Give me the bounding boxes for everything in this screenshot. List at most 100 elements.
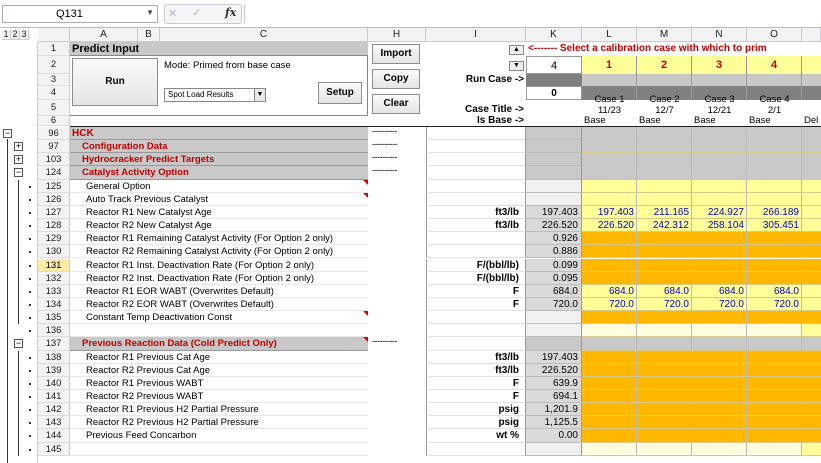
value-cell-145-P[interactable] <box>802 442 821 456</box>
collapse-button-137[interactable]: − <box>14 339 23 349</box>
value-cell-140-N[interactable] <box>692 376 747 390</box>
value-cell-126-L[interactable] <box>582 192 637 206</box>
value-cell-136-O[interactable] <box>747 324 802 338</box>
value-cell-138-O[interactable] <box>747 350 802 364</box>
value-cell-140-M[interactable] <box>637 376 692 390</box>
value-cell-136-N[interactable] <box>692 324 747 338</box>
value-cell-134-P[interactable] <box>802 297 821 312</box>
row-header-145[interactable]: 145 <box>38 442 70 456</box>
value-cell-133-P[interactable] <box>802 284 821 298</box>
value-cell-141-O[interactable] <box>747 390 802 404</box>
value-cell-132-P[interactable] <box>802 271 821 285</box>
row-header-135[interactable]: 135 <box>38 311 70 325</box>
column-header-L[interactable]: L <box>582 28 637 42</box>
insert-function-icon[interactable]: fx <box>225 6 236 19</box>
value-cell-129-O[interactable] <box>747 232 802 246</box>
value-cell-137-N[interactable] <box>692 337 747 351</box>
value-cell-103-N[interactable] <box>692 153 747 167</box>
value-cell-145-O[interactable] <box>747 442 802 456</box>
value-cell-130-N[interactable] <box>692 245 747 259</box>
value-cell-124-N[interactable] <box>692 166 747 180</box>
column-header-K[interactable]: K <box>526 28 582 42</box>
value-cell-142-P[interactable] <box>802 403 821 417</box>
value-cell-124-M[interactable] <box>637 166 692 180</box>
value-cell-132-N[interactable] <box>692 271 747 285</box>
value-cell-129-N[interactable] <box>692 232 747 246</box>
spin-up-button[interactable]: ▲ <box>509 45 524 55</box>
formula-input[interactable] <box>244 4 821 24</box>
row-header-2[interactable]: 2 <box>38 56 70 74</box>
column-header-N[interactable]: N <box>692 28 747 42</box>
value-cell-141-L[interactable] <box>582 390 637 404</box>
value-cell-142-M[interactable] <box>637 403 692 417</box>
value-cell-141-M[interactable] <box>637 390 692 404</box>
select-all-corner[interactable] <box>38 28 70 42</box>
value-cell-127-P[interactable] <box>802 205 821 220</box>
value-cell-142-L[interactable] <box>582 403 637 417</box>
row-header-3[interactable]: 3 <box>38 74 70 86</box>
value-cell-135-N[interactable] <box>692 311 747 325</box>
value-cell-144-M[interactable] <box>637 429 692 443</box>
case-number-1[interactable]: 1 <box>582 56 637 74</box>
value-cell-125-M[interactable] <box>637 179 692 193</box>
value-cell-125-L[interactable] <box>582 179 637 193</box>
column-header-M[interactable]: M <box>637 28 692 42</box>
value-cell-128-P[interactable] <box>802 219 821 233</box>
case-number-3[interactable]: 3 <box>692 56 747 74</box>
value-cell-143-L[interactable] <box>582 416 637 430</box>
row-header-103[interactable]: 103 <box>38 153 70 167</box>
value-cell-135-O[interactable] <box>747 311 802 325</box>
row-header-124[interactable]: 124 <box>38 166 70 180</box>
collapse-button-96[interactable]: − <box>3 129 12 138</box>
value-cell-140-O[interactable] <box>747 376 802 390</box>
row-header-129[interactable]: 129 <box>38 232 70 246</box>
case-number-2[interactable]: 2 <box>637 56 692 74</box>
value-cell-138-M[interactable] <box>637 350 692 364</box>
value-cell-97-M[interactable] <box>637 140 692 154</box>
value-cell-140-L[interactable] <box>582 376 637 390</box>
value-cell-139-O[interactable] <box>747 363 802 377</box>
column-header-I[interactable]: I <box>426 28 526 42</box>
value-cell-124-L[interactable] <box>582 166 637 180</box>
row-header-132[interactable]: 132 <box>38 271 70 285</box>
value-cell-130-M[interactable] <box>637 245 692 259</box>
value-cell-140-P[interactable] <box>802 376 821 390</box>
value-cell-145-M[interactable] <box>637 442 692 456</box>
value-cell-135-L[interactable] <box>582 311 637 325</box>
expand-button-103[interactable]: + <box>14 155 23 165</box>
value-cell-96-P[interactable] <box>802 127 821 141</box>
column-header-P[interactable] <box>802 28 821 42</box>
row-header-131[interactable]: 131 <box>38 258 70 272</box>
value-cell-124-P[interactable] <box>802 166 821 180</box>
row-header-128[interactable]: 128 <box>38 219 70 233</box>
value-cell-139-N[interactable] <box>692 363 747 377</box>
value-cell-130-P[interactable] <box>802 245 821 259</box>
value-cell-129-M[interactable] <box>637 232 692 246</box>
value-cell-144-L[interactable] <box>582 429 637 443</box>
name-box-dropdown-icon[interactable]: ▼ <box>146 8 154 17</box>
value-cell-97-O[interactable] <box>747 140 802 154</box>
value-cell-126-M[interactable] <box>637 192 692 206</box>
value-cell-143-N[interactable] <box>692 416 747 430</box>
value-cell-126-N[interactable] <box>692 192 747 206</box>
value-cell-97-P[interactable] <box>802 140 821 154</box>
column-header-H[interactable]: H <box>368 28 426 42</box>
value-cell-124-O[interactable] <box>747 166 802 180</box>
value-cell-139-P[interactable] <box>802 363 821 377</box>
value-cell-138-N[interactable] <box>692 350 747 364</box>
clear-button[interactable]: Clear <box>372 94 420 114</box>
value-cell-145-N[interactable] <box>692 442 747 456</box>
value-cell-137-L[interactable] <box>582 337 637 351</box>
setup-button[interactable]: Setup <box>318 82 362 104</box>
value-cell-142-O[interactable] <box>747 403 802 417</box>
value-cell-129-L[interactable] <box>582 232 637 246</box>
value-cell-139-M[interactable] <box>637 363 692 377</box>
enter-icon[interactable]: ✓ <box>192 6 201 19</box>
load-results-dropdown[interactable]: Spot Load Results <box>164 88 266 102</box>
row-header-126[interactable]: 126 <box>38 192 70 206</box>
spin-down-button[interactable]: ▼ <box>509 61 524 71</box>
value-cell-131-P[interactable] <box>802 258 821 272</box>
value-cell-138-P[interactable] <box>802 350 821 364</box>
value-cell-132-O[interactable] <box>747 271 802 285</box>
value-cell-132-M[interactable] <box>637 271 692 285</box>
